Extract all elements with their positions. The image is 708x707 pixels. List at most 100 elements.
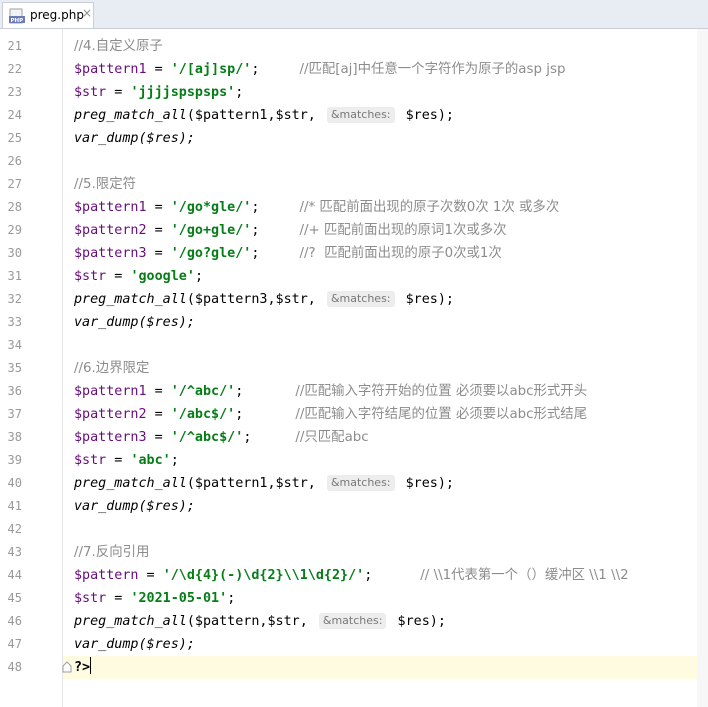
line-number: 39 [7,453,22,467]
operator: = [106,85,131,100]
line-number: 38 [7,430,22,444]
operator: = [106,269,131,284]
semicolon: ; [194,269,203,284]
arguments: $res); [397,476,454,491]
arguments: $res); [397,292,454,307]
operator: = [146,200,171,215]
statement: var_dump($res); [74,637,195,652]
line-number: 48 [7,660,22,674]
variable: $pattern2 [74,407,147,422]
php-file-icon: PHP [9,8,25,24]
semicolon: ; [364,568,373,583]
string-literal: '/^abc$/' [170,430,244,445]
semicolon: ; [251,246,260,261]
semicolon: ; [170,453,179,468]
statement: var_dump($res); [74,131,195,146]
variable: $str [74,85,107,100]
svg-text:PHP: PHP [11,18,24,24]
code-line: var_dump($res); [74,495,195,518]
variable: $str [74,269,107,284]
line-number: 47 [7,637,22,651]
arguments: ($pattern1,$str, [186,108,324,123]
semicolon: ; [235,384,244,399]
line-number: 22 [7,62,22,76]
function-name: preg_match_all [74,614,187,629]
line-number: 46 [7,614,22,628]
arguments: ($pattern1,$str, [186,476,324,491]
code-line: var_dump($res); [74,311,195,334]
code-line: $pattern1 = '/^abc/'; //匹配输入字符开始的位置 必须要以a… [74,380,587,403]
line-number: 43 [7,545,22,559]
line-number: 33 [7,315,22,329]
line-number: 41 [7,499,22,513]
code-line: $str = 'google'; [74,265,203,288]
code-line: //4.自定义原子 [74,35,163,58]
function-name: preg_match_all [74,108,187,123]
line-number: 23 [7,85,22,99]
code-line: var_dump($res); [74,127,195,150]
operator: = [106,453,131,468]
code-line: preg_match_all($pattern3,$str, &matches:… [74,288,454,311]
code-line: preg_match_all($pattern1,$str, &matches:… [74,104,454,127]
code-line: $pattern1 = '/[aj]sp/'; //匹配[aj]中任意一个字符作为… [74,58,565,81]
string-literal: 'jjjjspspsps' [130,85,236,100]
string-literal: 'google' [130,269,195,284]
parameter-hint: &matches: [326,107,395,123]
string-literal: '/go?gle/' [170,246,252,261]
line-number: 36 [7,384,22,398]
close-icon[interactable]: × [82,6,92,20]
statement: var_dump($res); [74,499,195,514]
comment: //4.自定义原子 [74,39,163,54]
comment: //* 匹配前面出现的原子次数0次 1次 或多次 [299,200,560,215]
semicolon: ; [243,430,252,445]
code-line: var_dump($res); [74,633,195,656]
variable: $pattern1 [74,200,147,215]
code-editor[interactable]: 21 22 23 24 25 26 27 28 29 30 31 32 33 3… [0,29,708,707]
variable: $pattern1 [74,384,147,399]
variable: $pattern [74,568,139,583]
statement: var_dump($res); [74,315,195,330]
text-caret [90,657,92,674]
comment: //6.边界限定 [74,361,150,376]
string-literal: '/abc$/' [170,407,236,422]
line-number: 34 [7,338,22,352]
arguments: $res); [389,614,446,629]
vertical-scrollbar[interactable] [697,29,708,707]
code-line: $pattern3 = '/^abc$/'; //只匹配abc [74,426,369,449]
line-number: 45 [7,591,22,605]
code-line: $str = '2021-05-01'; [74,587,235,610]
current-code-line[interactable]: ?> [63,656,708,679]
line-number: 27 [7,177,22,191]
line-number: 21 [7,39,22,53]
semicolon: ; [251,62,260,77]
operator: = [146,407,171,422]
tab-preg-php[interactable]: PHP preg.php × [2,2,94,28]
string-literal: '/go*gle/' [170,200,252,215]
php-close-tag: ?> [74,660,91,675]
operator: = [106,591,131,606]
comment: //匹配输入字符开始的位置 必须要以abc形式开头 [295,384,588,399]
operator: = [146,246,171,261]
comment: //7.反向引用 [74,545,150,560]
variable: $str [74,453,107,468]
fold-icon[interactable] [62,661,72,673]
line-number: 25 [7,131,22,145]
arguments: ($pattern,$str, [186,614,316,629]
code-line: $pattern = '/\d{4}(-)\d{2}\\1\d{2}/'; // … [74,564,629,587]
code-line: $pattern2 = '/go+gle/'; //+ 匹配前面出现的原词1次或多… [74,219,507,242]
line-number: 35 [7,361,22,375]
line-number-gutter: 21 22 23 24 25 26 27 28 29 30 31 32 33 3… [0,29,60,707]
semicolon: ; [235,85,244,100]
comment: //只匹配abc [295,430,369,445]
line-number: 24 [7,108,22,122]
line-number: 31 [7,269,22,283]
line-number: 29 [7,223,22,237]
line-number: 42 [7,522,22,536]
comment: //匹配[aj]中任意一个字符作为原子的asp jsp [299,62,566,77]
code-line: $pattern1 = '/go*gle/'; //* 匹配前面出现的原子次数0次… [74,196,559,219]
semicolon: ; [235,407,244,422]
parameter-hint: &matches: [326,475,395,491]
semicolon: ; [251,223,260,238]
comment: //5.限定符 [74,177,136,192]
string-literal: '/\d{4}(-)\d{2}\\1\d{2}/' [162,568,365,583]
